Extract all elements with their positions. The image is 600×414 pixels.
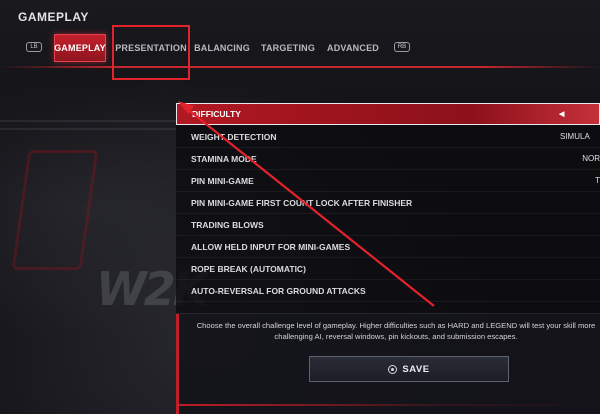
tab-targeting[interactable]: TARGETING xyxy=(261,34,315,62)
setting-row-pin-mini-game[interactable]: PIN MINI-GAME T xyxy=(176,170,600,192)
left-bumper-icon[interactable]: LB xyxy=(26,42,42,52)
setting-row-pin-first-count-lock[interactable]: PIN MINI-GAME FIRST COUNT LOCK AFTER FIN… xyxy=(176,192,600,214)
setting-label: STAMINA MODE xyxy=(191,153,257,164)
background-stripe xyxy=(0,120,180,122)
setting-label: PIN MINI-GAME FIRST COUNT LOCK AFTER FIN… xyxy=(191,197,413,208)
setting-value: T xyxy=(595,176,600,185)
annotation-highlight-box xyxy=(112,25,190,80)
setting-row-auto-reversal[interactable]: AUTO-REVERSAL FOR GROUND ATTACKS xyxy=(176,280,600,302)
save-button-label: SAVE xyxy=(402,363,430,375)
setting-row-stamina-mode[interactable]: STAMINA MODE NOR xyxy=(176,148,600,170)
right-bumper-icon[interactable]: RB xyxy=(394,42,410,52)
setting-label: AUTO-REVERSAL FOR GROUND ATTACKS xyxy=(191,285,366,296)
tab-bar: LB GAMEPLAY PRESENTATION BALANCING TARGE… xyxy=(0,30,600,68)
setting-label: PIN MINI-GAME xyxy=(191,175,254,186)
setting-label: ROPE BREAK (AUTOMATIC) xyxy=(191,263,306,274)
tab-advanced[interactable]: ADVANCED xyxy=(327,34,379,62)
description-accent-line xyxy=(176,404,600,406)
setting-row-weight-detection[interactable]: WEIGHT DETECTION SIMULA xyxy=(176,126,600,148)
setting-label: DIFFICULTY xyxy=(192,109,241,119)
setting-description: Choose the overall challenge level of ga… xyxy=(196,321,596,341)
arrow-left-icon[interactable]: ◀ xyxy=(559,110,564,118)
save-button[interactable]: SAVE xyxy=(309,356,509,382)
setting-row-allow-held-input[interactable]: ALLOW HELD INPUT FOR MINI-GAMES xyxy=(176,236,600,258)
settings-list: DIFFICULTY ◀ WEIGHT DETECTION SIMULA STA… xyxy=(176,103,600,313)
description-panel: Choose the overall challenge level of ga… xyxy=(176,313,600,414)
setting-label: WEIGHT DETECTION xyxy=(191,131,277,142)
setting-row-rope-break[interactable]: ROPE BREAK (AUTOMATIC) xyxy=(176,258,600,280)
setting-label: TRADING BLOWS xyxy=(191,219,264,230)
ring-post-graphic xyxy=(11,150,99,270)
tab-balancing[interactable]: BALANCING xyxy=(194,34,250,62)
setting-row-difficulty[interactable]: DIFFICULTY ◀ xyxy=(176,103,600,125)
setting-value[interactable]: ◀ xyxy=(559,110,599,118)
save-icon xyxy=(388,364,398,374)
page-title: GAMEPLAY xyxy=(18,10,89,24)
setting-value: NOR xyxy=(582,154,600,163)
tab-gameplay[interactable]: GAMEPLAY xyxy=(54,34,106,62)
setting-value: SIMULA xyxy=(560,132,590,141)
top-bar: GAMEPLAY xyxy=(0,0,600,34)
background-stripe xyxy=(0,128,180,130)
setting-label: ALLOW HELD INPUT FOR MINI-GAMES xyxy=(191,241,351,252)
setting-row-trading-blows[interactable]: TRADING BLOWS xyxy=(176,214,600,236)
